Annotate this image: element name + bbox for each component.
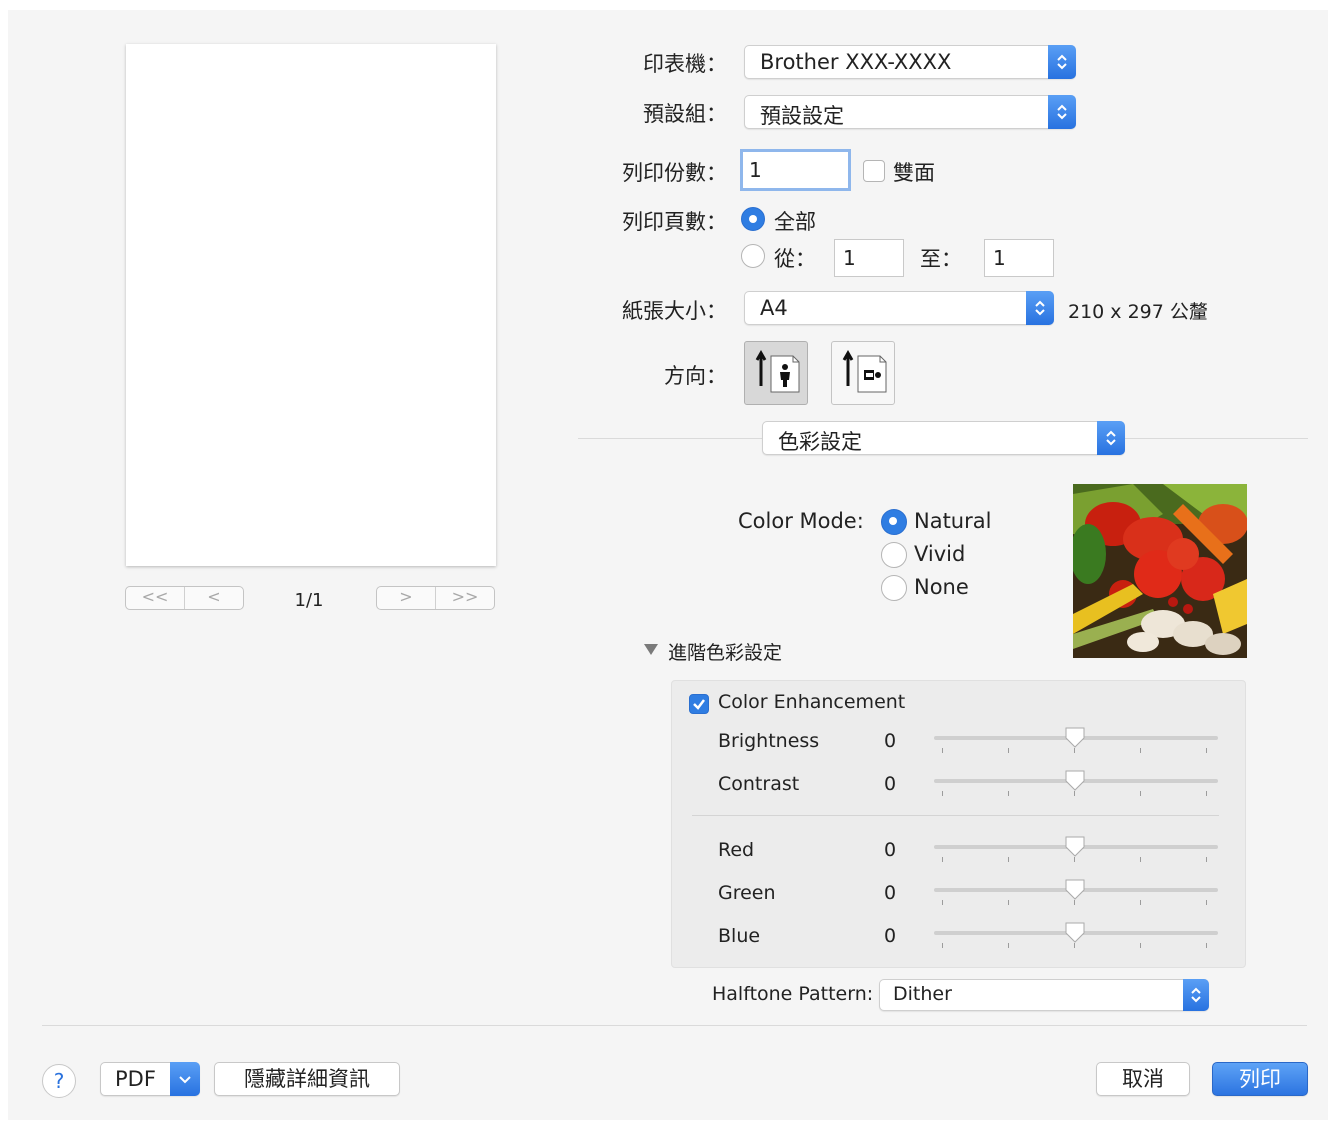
paper-dimensions: 210 x 297 公釐 xyxy=(1068,301,1208,323)
contrast-slider[interactable] xyxy=(934,770,1218,797)
slider-label: Contrast xyxy=(718,773,800,795)
color-sample-image xyxy=(1073,484,1247,658)
orientation-portrait-button[interactable] xyxy=(744,341,808,405)
two-sided-label: 雙面 xyxy=(893,161,935,185)
preview-nav-forward: > >> xyxy=(376,586,495,610)
green-slider[interactable] xyxy=(934,879,1218,906)
pdf-button[interactable]: PDF xyxy=(100,1062,200,1096)
paper-size-popup[interactable]: A4 xyxy=(744,291,1054,325)
brightness-slider[interactable] xyxy=(934,727,1218,754)
color-enhancement-label: Color Enhancement xyxy=(718,691,906,713)
slider-knob-icon[interactable] xyxy=(1064,878,1086,902)
pages-to-label: 至： xyxy=(920,247,962,271)
landscape-icon xyxy=(842,349,887,393)
color-mode-natural-label: Natural xyxy=(914,509,992,533)
slider-label: Brightness xyxy=(718,730,820,752)
color-mode-vivid-label: Vivid xyxy=(914,542,966,566)
chevron-updown-icon xyxy=(1097,421,1125,455)
slider-label: Red xyxy=(718,839,755,861)
two-sided-checkbox[interactable] xyxy=(863,160,885,182)
pages-to-field[interactable]: 1 xyxy=(984,239,1054,277)
blue-slider[interactable] xyxy=(934,922,1218,949)
halftone-popup[interactable]: Dither xyxy=(879,979,1209,1011)
slider-value: 0 xyxy=(884,730,897,752)
slider-label: Blue xyxy=(718,925,761,947)
pages-all-radio[interactable] xyxy=(741,207,765,231)
color-mode-none-label: None xyxy=(914,575,969,599)
footer-divider xyxy=(42,1025,1307,1026)
red-slider[interactable] xyxy=(934,836,1218,863)
presets-label: 預設組： xyxy=(643,102,727,126)
help-button[interactable]: ? xyxy=(42,1064,76,1098)
pages-from-field[interactable]: 1 xyxy=(834,239,904,277)
copies-field[interactable]: 1 xyxy=(740,149,851,191)
chevron-updown-icon xyxy=(1048,45,1076,79)
chevron-updown-icon xyxy=(1183,979,1209,1011)
checkmark-icon xyxy=(693,699,705,710)
pdf-label: PDF xyxy=(115,1067,156,1091)
next-page-button[interactable]: > xyxy=(377,587,435,609)
slider-knob-icon[interactable] xyxy=(1064,921,1086,945)
preview-nav-back: << < xyxy=(125,586,244,610)
slider-label: Green xyxy=(718,882,776,904)
presets-value: 預設設定 xyxy=(760,104,844,128)
previous-page-button[interactable]: < xyxy=(184,587,243,609)
halftone-label: Halftone Pattern: xyxy=(712,983,874,1005)
hide-details-button[interactable]: 隱藏詳細資訊 xyxy=(214,1062,400,1096)
cancel-button[interactable]: 取消 xyxy=(1096,1062,1190,1096)
slider-knob-icon[interactable] xyxy=(1064,835,1086,859)
printer-label: 印表機： xyxy=(643,52,727,76)
page-count: 1/1 xyxy=(294,590,324,611)
section-popup[interactable]: 色彩設定 xyxy=(762,421,1125,455)
color-mode-none-radio[interactable] xyxy=(881,575,907,601)
chevron-updown-icon xyxy=(1048,95,1076,129)
slider-value: 0 xyxy=(884,882,897,904)
chevron-down-icon xyxy=(170,1062,200,1096)
chevron-updown-icon xyxy=(1026,291,1054,325)
last-page-button[interactable]: >> xyxy=(435,587,494,609)
printer-popup[interactable]: Brother XXX-XXXX xyxy=(744,45,1076,79)
print-button[interactable]: 列印 xyxy=(1212,1062,1308,1096)
color-enhancement-checkbox[interactable] xyxy=(689,694,709,714)
paper-size-label: 紙張大小： xyxy=(622,299,727,323)
slider-divider xyxy=(692,815,1219,816)
slider-value: 0 xyxy=(884,773,897,795)
pages-label: 列印頁數： xyxy=(622,210,727,234)
printer-value: Brother XXX-XXXX xyxy=(760,50,952,74)
pages-from-label: 從： xyxy=(774,247,816,271)
slider-knob-icon[interactable] xyxy=(1064,726,1086,750)
orientation-landscape-button[interactable] xyxy=(831,341,895,405)
disclosure-triangle-icon[interactable] xyxy=(643,642,659,656)
slider-value: 0 xyxy=(884,839,897,861)
slider-value: 0 xyxy=(884,925,897,947)
orientation-label: 方向： xyxy=(664,364,727,388)
halftone-value: Dither xyxy=(893,983,952,1005)
slider-knob-icon[interactable] xyxy=(1064,769,1086,793)
advanced-color-label: 進階色彩設定 xyxy=(668,642,783,664)
section-value: 色彩設定 xyxy=(778,430,862,454)
paper-size-value: A4 xyxy=(760,296,788,320)
portrait-icon xyxy=(755,349,800,393)
pages-all-label: 全部 xyxy=(774,210,816,234)
pages-from-radio[interactable] xyxy=(741,244,765,268)
page-preview xyxy=(126,44,496,566)
color-mode-vivid-radio[interactable] xyxy=(881,542,907,568)
first-page-button[interactable]: << xyxy=(126,587,184,609)
color-mode-natural-radio[interactable] xyxy=(881,509,907,535)
copies-label: 列印份數： xyxy=(622,161,727,185)
color-mode-label: Color Mode: xyxy=(738,509,864,533)
presets-popup[interactable]: 預設設定 xyxy=(744,95,1076,129)
